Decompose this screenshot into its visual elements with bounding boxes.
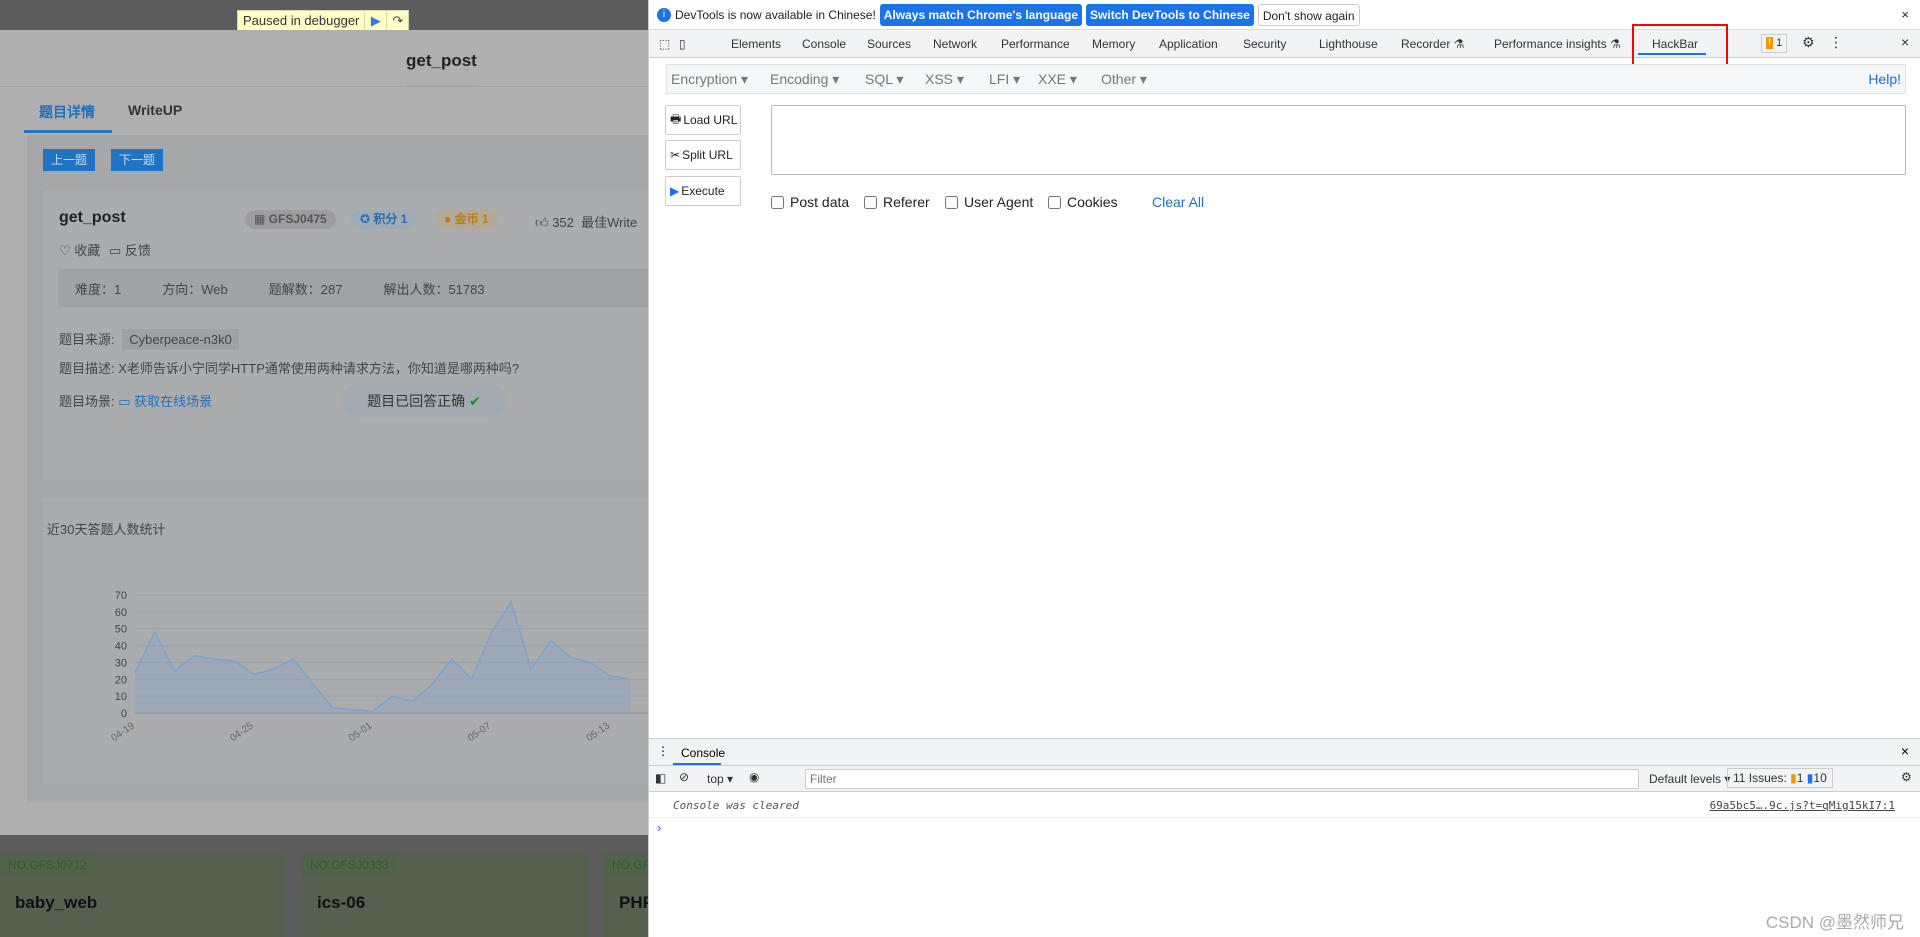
close-infobar-icon[interactable]: × <box>1901 7 1909 22</box>
console-drawer: ⋮ Console × ◧ ⊘ top ▾ ◉ Default levels ▾… <box>649 738 1920 937</box>
flask-icon: ⚗ <box>1453 37 1465 51</box>
language-infobar: i DevTools is now available in Chinese! … <box>649 0 1920 30</box>
tab-security[interactable]: Security <box>1243 37 1286 51</box>
warning-icon: ▮ <box>1790 771 1797 785</box>
match-language-button[interactable]: Always match Chrome's language <box>879 3 1083 26</box>
clear-console-icon[interactable]: ⊘ <box>679 770 689 784</box>
tab-memory[interactable]: Memory <box>1092 37 1135 51</box>
filter-input[interactable] <box>805 769 1639 789</box>
tab-performance-insights[interactable]: Performance insights ⚗ <box>1494 37 1621 51</box>
issues-badge[interactable]: ! 1 <box>1761 34 1788 53</box>
x-tick-label: 05-13 <box>585 720 613 744</box>
watermark: CSDN @墨然师兄 <box>1765 913 1904 932</box>
menu-other[interactable]: Other ▾ <box>1101 71 1147 88</box>
detail-panel: 上一题 下一题 get_post ▦ GFSJ0475 ✪ 积分 1 ● 金币 … <box>27 135 648 802</box>
console-prompt[interactable]: › <box>657 820 661 835</box>
help-link[interactable]: Help! <box>1868 71 1901 87</box>
more-icon[interactable]: ⋮ <box>1829 34 1843 51</box>
issues-button[interactable]: 11 Issues: ▮1 ▮10 <box>1727 768 1833 788</box>
eye-icon[interactable]: ◉ <box>749 770 759 784</box>
menu-xxe[interactable]: XXE ▾ <box>1038 71 1077 88</box>
menu-encoding[interactable]: Encoding ▾ <box>770 71 839 88</box>
y-tick-label: 10 <box>115 691 127 703</box>
tab-sources[interactable]: Sources <box>867 37 911 51</box>
load-icon: 🖶︎ <box>670 111 682 126</box>
y-tick-label: 20 <box>115 674 127 686</box>
tab-elements[interactable]: Elements <box>731 37 781 51</box>
close-devtools-icon[interactable]: × <box>1901 34 1909 50</box>
context-select[interactable]: top ▾ <box>707 772 733 786</box>
tab-recorder[interactable]: Recorder ⚗ <box>1401 37 1464 51</box>
hackbar-menu: Encryption ▾ Encoding ▾ SQL ▾ XSS ▾ LFI … <box>666 64 1906 94</box>
execute-button[interactable]: ▶ Execute <box>665 176 741 206</box>
webpage: Paused in debugger ▶ ↷ get_post 题目详情 Writ… <box>0 0 648 937</box>
y-tick-label: 60 <box>115 607 127 619</box>
switch-chinese-button[interactable]: Switch DevTools to Chinese <box>1086 3 1254 26</box>
referer-checkbox[interactable]: Referer <box>864 194 930 210</box>
flask-icon: ⚗ <box>1610 37 1621 51</box>
chart: 0 10 20 30 40 50 60 70 04-19 04-25 05-01 05-07 05-13 <box>109 590 648 744</box>
tab-console-drawer[interactable]: Console <box>681 746 725 760</box>
devtools-tabbar: ⬚ ▯ Elements Console Sources Network Per… <box>649 24 1920 67</box>
menu-lfi[interactable]: LFI ▾ <box>989 71 1020 88</box>
scissors-icon: ✂ <box>670 148 681 162</box>
challenge-modal: get_post 题目详情 WriteUP 上一题 下一题 get_post ▦… <box>0 30 648 835</box>
tab-performance[interactable]: Performance <box>1001 37 1070 51</box>
x-tick-label: 04-19 <box>109 720 137 744</box>
console-settings-icon[interactable]: ⚙ <box>1901 770 1912 784</box>
y-tick-label: 0 <box>121 708 127 720</box>
inspect-icon[interactable]: ⬚ <box>659 37 670 51</box>
drawer-menu-icon[interactable]: ⋮ <box>657 744 669 758</box>
load-url-button[interactable]: 🖶︎ Load URL <box>665 105 741 135</box>
split-url-button[interactable]: ✂ Split URL <box>665 140 741 170</box>
menu-encryption[interactable]: Encryption ▾ <box>671 71 748 88</box>
sidebar-toggle-icon[interactable]: ◧ <box>655 771 666 785</box>
clear-all-link[interactable]: Clear All <box>1152 194 1204 210</box>
menu-sql[interactable]: SQL ▾ <box>865 71 903 88</box>
tab-console[interactable]: Console <box>802 37 846 51</box>
bg-card-3[interactable]: NO.GFPHP <box>604 853 648 937</box>
devtools: i DevTools is now available in Chinese! … <box>648 0 1920 937</box>
menu-xss[interactable]: XSS ▾ <box>925 71 964 88</box>
play-icon: ▶ <box>670 184 680 198</box>
device-icon[interactable]: ▯ <box>679 37 686 51</box>
highlight-box <box>1632 24 1728 67</box>
settings-icon[interactable]: ⚙ <box>1802 34 1815 51</box>
user-agent-checkbox[interactable]: User Agent <box>945 194 1033 210</box>
post-data-checkbox[interactable]: Post data <box>771 194 849 210</box>
tab-network[interactable]: Network <box>933 37 977 51</box>
url-textarea[interactable] <box>771 105 1906 175</box>
bg-card-2[interactable]: NO.GFSJ0333 ics-06 <box>302 853 588 937</box>
close-drawer-icon[interactable]: × <box>1901 743 1909 759</box>
y-tick-label: 40 <box>115 641 127 653</box>
levels-select[interactable]: Default levels ▾ <box>1649 772 1730 786</box>
x-tick-label: 05-01 <box>347 720 375 744</box>
dont-show-button[interactable]: Don't show again <box>1257 3 1360 26</box>
chart-card: 近30天答题人数统计 0 10 20 30 40 50 60 70 04-19 04-25 05-0… <box>43 497 648 784</box>
info-icon: i <box>657 7 671 22</box>
y-tick-label: 70 <box>115 590 127 602</box>
bg-card-1[interactable]: NO.GFSJ0712 baby_web <box>0 853 285 937</box>
message-source-link[interactable]: 69a5bc5….9c.js?t=qMig15kI7:1 <box>1710 799 1895 812</box>
y-tick-label: 50 <box>115 624 127 636</box>
y-tick-label: 30 <box>115 657 127 669</box>
cookies-checkbox[interactable]: Cookies <box>1048 194 1118 210</box>
tab-lighthouse[interactable]: Lighthouse <box>1319 37 1378 51</box>
x-tick-label: 05-07 <box>466 720 494 744</box>
warning-icon: ! <box>1766 37 1774 49</box>
x-tick-label: 04-25 <box>228 720 256 744</box>
tab-application[interactable]: Application <box>1159 37 1218 51</box>
console-message: Console was cleared <box>673 799 799 812</box>
